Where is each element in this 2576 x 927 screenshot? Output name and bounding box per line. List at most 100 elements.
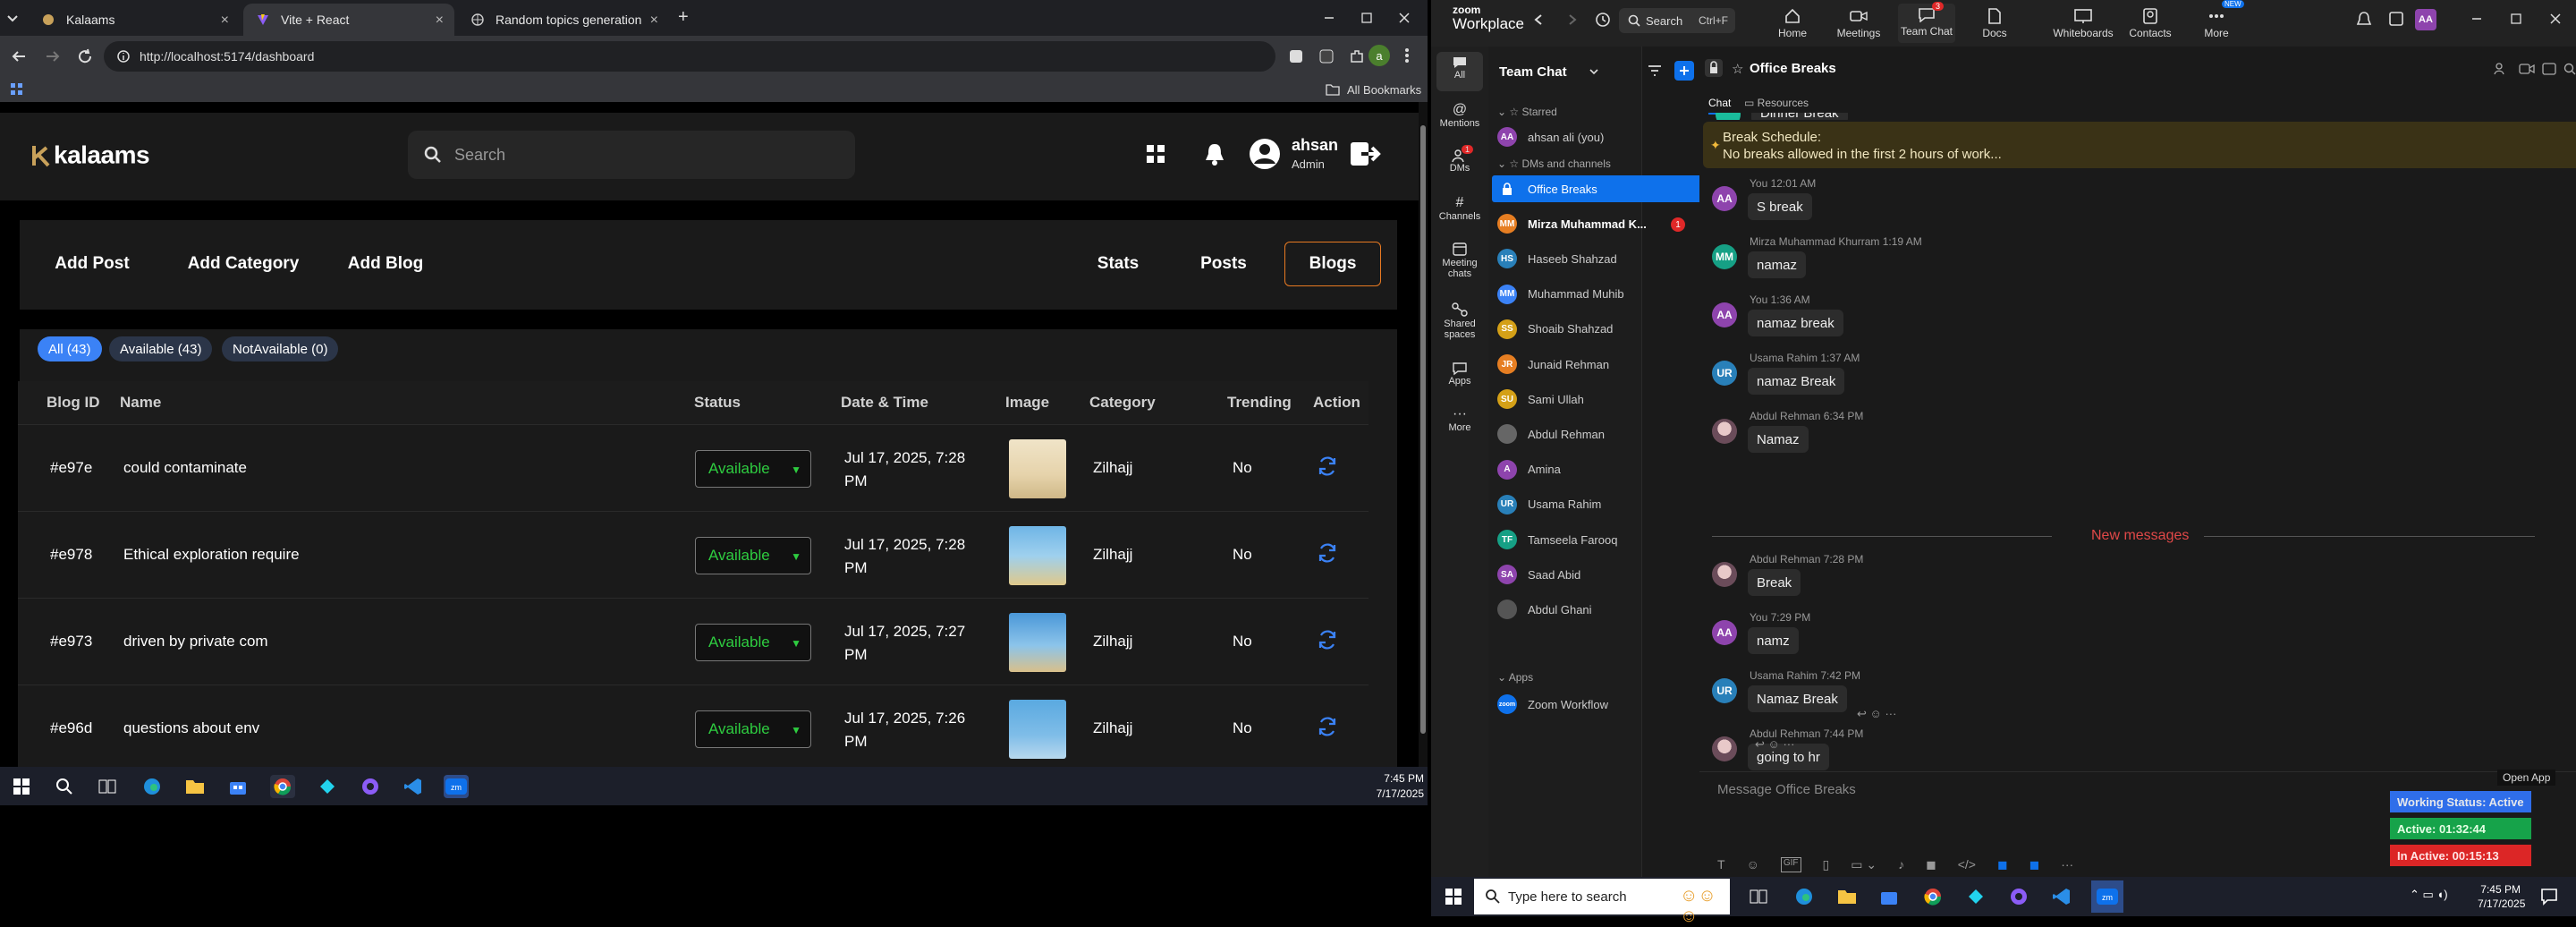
system-tray-icons[interactable]: ⌃ ▭ ◖) (2410, 888, 2448, 902)
contact-item[interactable]: JR Junaid Rehman (1492, 351, 1705, 378)
forward-icon[interactable] (1565, 13, 1580, 27)
new-chat-button[interactable] (1674, 61, 1694, 81)
nav-docs[interactable]: Docs (1966, 5, 2023, 39)
app-icon[interactable] (315, 775, 340, 798)
video-icon[interactable] (2519, 63, 2535, 75)
calendar-icon[interactable] (2542, 63, 2556, 75)
star-icon[interactable]: ☆ (1732, 61, 1743, 77)
chat-message[interactable]: AA You 1:36 AM namaz break (1699, 293, 2504, 342)
text-format-icon[interactable]: T (1717, 857, 1725, 872)
reload-icon[interactable] (77, 48, 93, 64)
user-avatar-icon[interactable] (1247, 136, 1283, 172)
refresh-icon[interactable] (1317, 629, 1338, 651)
contact-item[interactable]: SS Shoaib Shahzad (1492, 316, 1705, 343)
github-icon[interactable] (2009, 887, 2029, 906)
edge-icon[interactable] (1794, 887, 1814, 906)
new-tab-button[interactable]: + (678, 7, 689, 28)
notification-bell-icon[interactable] (1197, 136, 1233, 172)
github-icon[interactable] (358, 775, 383, 798)
search-icon[interactable] (2563, 63, 2576, 75)
pinned-break-banner[interactable]: ✦ Break Schedule: No breaks allowed in t… (1703, 122, 2576, 168)
store-icon[interactable] (1880, 888, 1898, 906)
posts-button[interactable]: Posts (1179, 245, 1268, 283)
refresh-icon[interactable] (1317, 542, 1338, 564)
tab-random-topics[interactable]: Random topics generation × (458, 4, 669, 36)
tab-chat[interactable]: Chat (1708, 97, 1732, 115)
rail-meeting-chats[interactable]: Meeting chats (1431, 242, 1488, 279)
zoom-profile-avatar[interactable]: AA (2415, 9, 2436, 30)
more-icon[interactable]: ··· (2061, 857, 2073, 872)
chat-message[interactable]: UR Usama Rahim 1:37 AM namaz Break (1699, 352, 2504, 400)
rail-all[interactable]: All (1436, 52, 1483, 91)
maximize-icon[interactable] (1360, 11, 1374, 25)
add-category-button[interactable]: Add Category (172, 245, 315, 283)
taskbar-search[interactable]: Type here to search ☺☺☺ (1474, 879, 1730, 926)
contact-item[interactable]: MM Mirza Muhammad K... 1 (1492, 210, 1705, 237)
close-tab-icon[interactable]: × (650, 13, 658, 29)
store-icon[interactable] (225, 775, 250, 798)
file-icon[interactable]: ▯ (1823, 857, 1830, 872)
rail-channels[interactable]: # Channels (1431, 195, 1488, 222)
contact-item[interactable]: A Amina (1492, 456, 1705, 483)
tab-kalaams[interactable]: Kalaams × (29, 4, 240, 36)
clock-left[interactable]: 7:45 PM 7/17/2025 (1377, 771, 1424, 802)
rail-dms[interactable]: 1 DMs (1431, 145, 1488, 174)
filter-available-chip[interactable]: Available (43) (109, 336, 213, 361)
app-icon[interactable]: ◼ (1997, 857, 2008, 872)
filter-all-chip[interactable]: All (43) (38, 336, 102, 361)
close-tab-icon[interactable]: × (436, 13, 444, 29)
nav-home[interactable]: Home (1764, 5, 1821, 39)
back-icon[interactable] (1531, 13, 1546, 27)
windows-start-icon[interactable] (1445, 889, 1462, 905)
video-message-icon[interactable]: ◼ (1926, 857, 1936, 872)
chat-message[interactable]: UR Usama Rahim 7:42 PM Namaz Break (1699, 669, 2504, 718)
zoom-search-input[interactable]: Search Ctrl+F (1619, 8, 1735, 33)
refresh-icon[interactable] (1317, 716, 1338, 737)
search-icon[interactable] (52, 775, 77, 798)
task-view-icon[interactable] (95, 775, 120, 798)
rail-apps[interactable]: Apps (1431, 361, 1488, 387)
blogs-button[interactable]: Blogs (1284, 242, 1381, 286)
tab-menu-icon[interactable] (5, 11, 20, 25)
chat-message[interactable]: Abdul Rehman 6:34 PM Namaz (1699, 410, 2504, 458)
vscode-icon[interactable] (2052, 887, 2072, 906)
file-explorer-icon[interactable] (1837, 889, 1857, 905)
app-icon[interactable] (1966, 887, 1986, 906)
all-bookmarks-link[interactable]: All Bookmarks (1347, 83, 1421, 97)
app-item[interactable]: zoom Zoom Workflow (1492, 691, 1669, 718)
kalaams-logo[interactable]: kalaams (30, 140, 150, 170)
address-bar[interactable]: http://localhost:5174/dashboard (104, 41, 1275, 72)
rail-mentions[interactable]: @ Mentions (1431, 102, 1488, 129)
contact-item[interactable]: TF Tamseela Farooq (1492, 526, 1705, 553)
chat-message[interactable]: Abdul Rehman 7:28 PM Break (1699, 553, 2504, 601)
starred-item[interactable]: AA ahsan ali (you) (1492, 123, 1669, 150)
filter-icon[interactable] (1648, 64, 1662, 77)
profile-avatar[interactable]: a (1368, 45, 1390, 66)
emoji-icon[interactable]: ☺ (1747, 857, 1759, 872)
puzzle-icon[interactable] (1349, 48, 1365, 64)
edge-icon[interactable] (140, 775, 165, 798)
nav-team-chat[interactable]: 3 Team Chat (1898, 2, 1955, 43)
history-icon[interactable] (1594, 11, 1612, 29)
status-select[interactable]: Available ▼ (695, 710, 811, 748)
zoom-app-icon[interactable]: zm (2091, 880, 2123, 913)
refresh-icon[interactable] (1317, 455, 1338, 477)
more-icon[interactable]: ··· (1783, 737, 1794, 751)
section-dms[interactable]: ⌄ ☆ DMs and channels (1497, 157, 1611, 170)
add-post-button[interactable]: Add Post (43, 245, 141, 283)
contact-item[interactable]: SA Saad Abid (1492, 561, 1705, 588)
channel-item-office-breaks[interactable]: Office Breaks (1492, 175, 1705, 202)
open-app-link[interactable]: Open App (2497, 770, 2556, 786)
reply-icon[interactable]: ↩ (1755, 737, 1765, 751)
chrome-icon[interactable] (1923, 887, 1943, 906)
apps-icon[interactable] (2388, 11, 2404, 27)
search-input[interactable]: Search (408, 131, 855, 179)
screenshot-icon[interactable]: ▭ ⌄ (1851, 857, 1877, 872)
section-starred[interactable]: ⌄ ☆ Starred (1497, 106, 1557, 118)
windows-start-icon[interactable] (9, 775, 34, 798)
apps-grid-icon[interactable] (11, 83, 23, 96)
app-icon[interactable]: ◼ (2029, 857, 2040, 872)
contact-item[interactable]: Abdul Rehman (1492, 421, 1705, 447)
maximize-icon[interactable] (2510, 13, 2522, 25)
contact-item[interactable]: SU Sami Ullah (1492, 386, 1705, 412)
